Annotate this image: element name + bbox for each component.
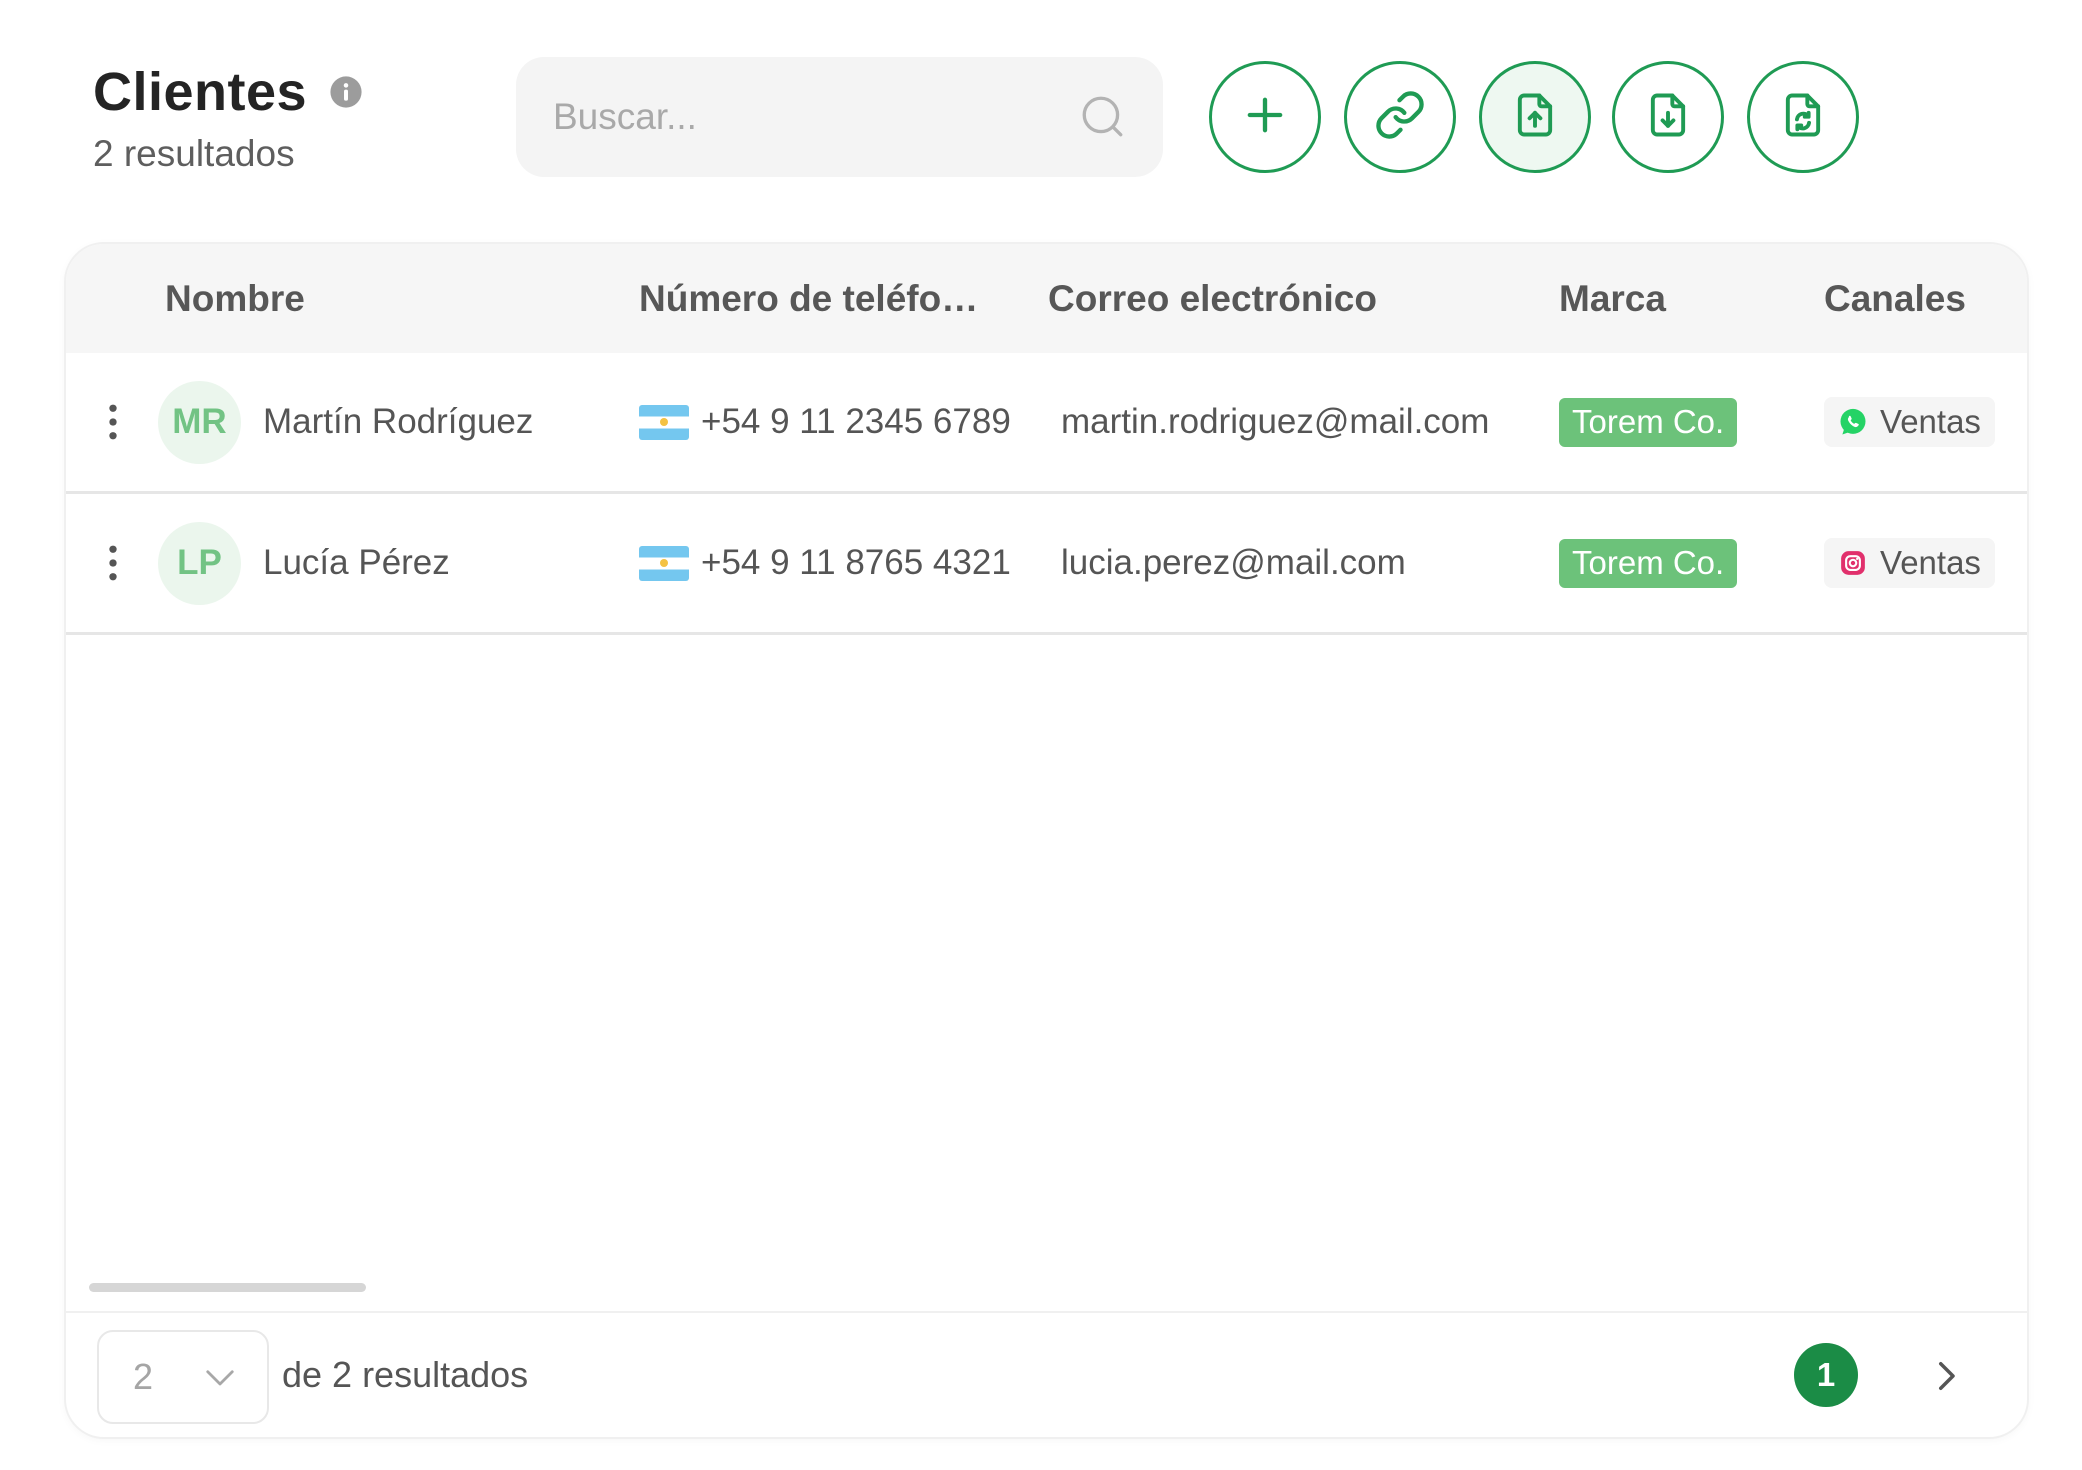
table-row[interactable]: MR Martín Rodríguez +54 9 11 2345 6789 m… [66, 353, 2027, 494]
title-row: Clientes [93, 60, 363, 124]
channel-chip: Ventas [1824, 538, 1995, 588]
whatsapp-icon [1838, 407, 1868, 437]
pagination-results: de 2 resultados [282, 1354, 529, 1395]
avatar-cell: LP [158, 494, 241, 632]
page-size-value: 2 [133, 1356, 154, 1397]
import-file-button[interactable] [1479, 61, 1591, 173]
horizontal-scrollbar[interactable] [89, 1283, 366, 1292]
argentina-flag-icon [639, 404, 689, 440]
instagram-icon [1838, 548, 1868, 578]
column-header-name: Nombre [165, 278, 305, 319]
page-header: Clientes 2 resultados [93, 60, 363, 176]
phone-cell: +54 9 11 8765 4321 [639, 494, 1011, 632]
client-name: Martín Rodríguez [263, 402, 534, 441]
channel-label: Ventas [1880, 544, 1981, 581]
column-header-phone: Número de teléfo… [639, 278, 979, 319]
info-icon[interactable] [329, 75, 363, 109]
phone-number: +54 9 11 8765 4321 [701, 543, 1011, 582]
brand-badge: Torem Co. [1559, 397, 1738, 447]
link-button[interactable] [1344, 61, 1456, 173]
channel-cell: Ventas [1824, 353, 1995, 491]
file-sync-icon [1777, 89, 1829, 146]
chevron-right-icon[interactable] [1925, 1355, 1967, 1397]
link-icon [1374, 89, 1426, 146]
avatar: MR [158, 380, 241, 464]
column-header-email: Correo electrónico [1048, 278, 1377, 319]
page-size-select[interactable]: 2 [97, 1330, 269, 1424]
phone-cell: +54 9 11 2345 6789 [639, 353, 1011, 491]
table-row[interactable]: LP Lucía Pérez +54 9 11 8765 4321 lucia.… [66, 494, 2027, 635]
file-download-icon [1642, 89, 1694, 146]
client-name: Lucía Pérez [263, 543, 450, 582]
plus-icon [1239, 89, 1291, 146]
table-header: Nombre Número de teléfo… Correo electrón… [66, 244, 2027, 353]
export-file-button[interactable] [1612, 61, 1724, 173]
row-menu-icon[interactable] [99, 494, 127, 632]
table-footer: 2 de 2 resultados 1 [66, 1311, 2027, 1437]
brand-cell: Torem Co. [1559, 494, 1738, 632]
chevron-down-icon [199, 1356, 241, 1398]
argentina-flag-icon [639, 545, 689, 581]
column-header-brand: Marca [1559, 278, 1666, 319]
search-box[interactable] [516, 57, 1163, 177]
avatar-cell: MR [158, 353, 241, 491]
search-icon [1078, 92, 1128, 142]
brand-cell: Torem Co. [1559, 353, 1738, 491]
email: lucia.perez@mail.com [1061, 543, 1406, 582]
page-title: Clientes [93, 62, 308, 122]
sync-file-button[interactable] [1747, 61, 1859, 173]
file-upload-icon [1509, 89, 1561, 146]
page-button-current[interactable]: 1 [1794, 1343, 1858, 1407]
flag-sun [660, 417, 668, 426]
add-client-button[interactable] [1209, 61, 1321, 173]
email: martin.rodriguez@mail.com [1061, 402, 1490, 441]
results-count: 2 resultados [93, 133, 295, 174]
channel-label: Ventas [1880, 403, 1981, 440]
clients-table: Nombre Número de teléfo… Correo electrón… [64, 242, 2029, 1439]
avatar: LP [158, 521, 241, 605]
row-menu-icon[interactable] [99, 353, 127, 491]
channel-cell: Ventas [1824, 494, 1995, 632]
search-input[interactable] [516, 57, 1056, 177]
flag-sun [660, 558, 668, 567]
column-header-channels: Canales [1824, 278, 1966, 319]
phone-number: +54 9 11 2345 6789 [701, 402, 1011, 441]
channel-chip: Ventas [1824, 397, 1995, 447]
brand-badge: Torem Co. [1559, 538, 1738, 588]
